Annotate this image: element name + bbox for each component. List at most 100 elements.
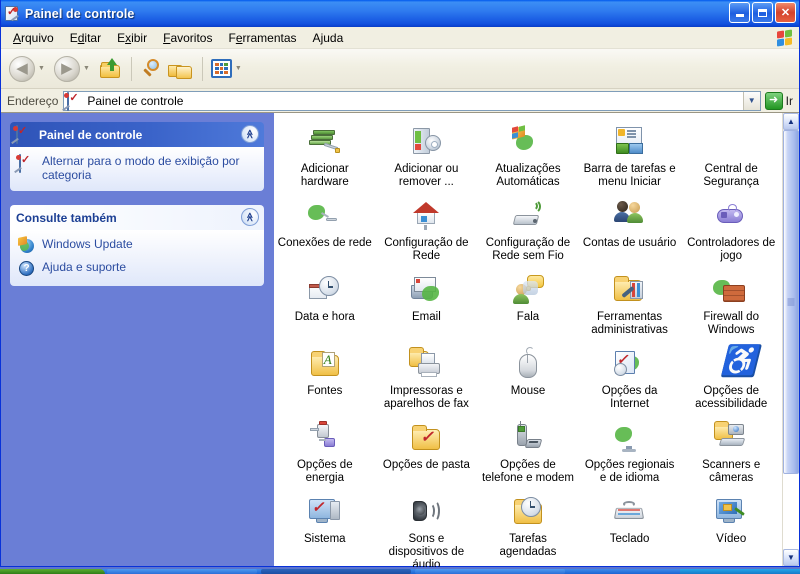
menu-editar[interactable]: Editar — [62, 29, 109, 47]
item-label: Teclado — [609, 533, 650, 545]
menu-favoritos[interactable]: Favoritos — [155, 29, 220, 47]
close-button[interactable]: ✕ — [775, 2, 796, 23]
user-accounts-icon — [611, 198, 649, 234]
item-mouse[interactable]: Mouse — [477, 343, 579, 413]
forward-button[interactable]: ▶ ▼ — [52, 55, 97, 82]
item-fala[interactable]: Fala — [477, 269, 579, 339]
up-folder-icon — [99, 57, 123, 80]
scrollbar-grip-icon — [787, 298, 795, 306]
panel-see-also-header: Consulte também ≪ — [10, 205, 264, 230]
up-folder-button[interactable] — [97, 57, 125, 80]
forward-dropdown-caret-icon[interactable]: ▼ — [83, 65, 90, 72]
go-button[interactable]: ➜ Ir — [763, 91, 799, 110]
menu-exibir[interactable]: Exibir — [109, 29, 155, 47]
help-support-link[interactable]: ? Ajuda e suporte — [19, 260, 256, 277]
folders-button[interactable] — [166, 58, 196, 80]
menu-ferramentas[interactable]: Ferramentas — [220, 29, 304, 47]
item-conexoes-de-rede[interactable]: Conexões de rede — [274, 195, 376, 265]
collapse-chevron-icon[interactable]: ≪ — [241, 125, 259, 143]
item-opcoes-de-acessibilidade[interactable]: ♿ Opções de acessibilidade — [680, 343, 782, 413]
system-tray[interactable] — [680, 569, 800, 574]
item-opcoes-telefone-modem[interactable]: Opções de telefone e modem — [477, 417, 579, 487]
item-opcoes-de-pasta[interactable]: ✓ Opções de pasta — [376, 417, 478, 487]
maximize-button[interactable] — [752, 2, 773, 23]
switch-to-category-view-link[interactable]: Alternar para o modo de exibição por cat… — [14, 154, 256, 182]
regional-language-options-icon — [611, 420, 649, 456]
item-email[interactable]: Email — [376, 269, 478, 339]
control-panel-icon — [11, 124, 34, 144]
back-dropdown-caret-icon[interactable]: ▼ — [38, 65, 45, 72]
scroll-down-button[interactable]: ▼ — [783, 549, 799, 566]
item-sistema[interactable]: ✓ Sistema — [274, 491, 376, 574]
item-label: Mouse — [510, 385, 546, 397]
scrollbar-thumb[interactable] — [783, 130, 799, 474]
item-contas-de-usuario[interactable]: Contas de usuário — [579, 195, 681, 265]
views-button[interactable]: ▼ — [209, 59, 249, 78]
minimize-button[interactable] — [729, 2, 750, 23]
vertical-scrollbar[interactable]: ▲ ▼ — [782, 113, 799, 566]
item-opcoes-da-internet[interactable]: ✓ Opções da Internet — [579, 343, 681, 413]
item-label: Opções da Internet — [601, 385, 658, 410]
sounds-audio-devices-icon — [407, 494, 445, 530]
item-controladores-de-jogo[interactable]: Controladores de jogo — [680, 195, 782, 265]
item-scanners-e-cameras[interactable]: Scanners e câmeras — [680, 417, 782, 487]
switch-to-category-view-label: Alternar para o modo de exibição por cat… — [42, 154, 240, 182]
speech-icon — [509, 272, 547, 308]
item-label: Configuração de Rede — [384, 237, 469, 262]
item-atualizacoes-automaticas[interactable]: Atualizações Automáticas — [477, 121, 579, 191]
start-button[interactable] — [0, 569, 105, 574]
search-icon — [140, 58, 164, 80]
item-configuracao-de-rede[interactable]: Configuração de Rede — [376, 195, 478, 265]
collapse-chevron-icon[interactable]: ≪ — [241, 208, 259, 226]
item-teclado[interactable]: Teclado — [579, 491, 681, 574]
item-label: Fala — [516, 311, 540, 323]
item-opcoes-de-energia[interactable]: Opções de energia — [274, 417, 376, 487]
network-connections-icon — [306, 198, 344, 234]
address-input[interactable]: Painel de controle ▼ — [62, 90, 761, 111]
back-button[interactable]: ◀ ▼ — [7, 55, 52, 82]
scroll-up-button[interactable]: ▲ — [783, 113, 799, 130]
internet-options-icon: ✓ — [611, 346, 649, 382]
item-tarefas-agendadas[interactable]: Tarefas agendadas — [477, 491, 579, 574]
item-configuracao-rede-sem-fio[interactable]: Configuração de Rede sem Fio — [477, 195, 579, 265]
item-adicionar-ou-remover[interactable]: Adicionar ou remover ... — [376, 121, 478, 191]
toolbar-separator-1 — [130, 56, 132, 81]
menu-ajuda[interactable]: Ajuda — [305, 29, 352, 47]
item-impressoras-e-fax[interactable]: Impressoras e aparelhos de fax — [376, 343, 478, 413]
keyboard-icon — [611, 494, 649, 530]
item-ferramentas-administrativas[interactable]: Ferramentas administrativas — [579, 269, 681, 339]
item-adicionar-hardware[interactable]: Adicionar hardware — [274, 121, 376, 191]
item-label: Barra de tarefas e menu Iniciar — [583, 163, 676, 188]
wireless-network-setup-icon — [509, 198, 547, 234]
chevron-down-icon[interactable]: ▼ — [742, 91, 760, 110]
game-controllers-icon — [712, 198, 750, 234]
item-data-e-hora[interactable]: Data e hora — [274, 269, 376, 339]
item-label: Opções de energia — [296, 459, 353, 484]
taskbar-item[interactable] — [415, 569, 565, 574]
item-sons-e-dispositivos-de-audio[interactable]: Sons e dispositivos de áudio — [376, 491, 478, 574]
date-time-icon — [306, 272, 344, 308]
item-opcoes-regionais-idioma[interactable]: Opções regionais e de idioma — [579, 417, 681, 487]
control-panel-icon — [5, 5, 21, 22]
item-firewall-do-windows[interactable]: Firewall do Windows — [680, 269, 782, 339]
scrollbar-track[interactable] — [783, 130, 799, 549]
search-button[interactable] — [138, 58, 166, 80]
folder-options-icon: ✓ — [407, 420, 445, 456]
security-center-icon — [712, 124, 750, 160]
item-label: Opções de telefone e modem — [481, 459, 575, 484]
item-barra-de-tarefas[interactable]: Barra de tarefas e menu Iniciar — [579, 121, 681, 191]
panel-control-panel-title: Painel de controle — [39, 127, 143, 142]
item-label: Tarefas agendadas — [499, 533, 557, 558]
item-central-de-seguranca[interactable]: Central de Segurança — [680, 121, 782, 191]
views-dropdown-caret-icon[interactable]: ▼ — [235, 65, 242, 72]
item-video[interactable]: Vídeo — [680, 491, 782, 574]
item-fontes[interactable]: A Fontes — [274, 343, 376, 413]
menu-arquivo[interactable]: Arquivo — [5, 29, 62, 47]
add-hardware-icon — [306, 124, 344, 160]
windows-update-link[interactable]: Windows Update — [18, 236, 256, 254]
taskbar-item[interactable] — [107, 569, 257, 574]
window-body: Painel de controle ≪ Alternar para o mod… — [1, 113, 799, 571]
item-label: Scanners e câmeras — [702, 459, 761, 484]
taskbar-item-active[interactable] — [261, 569, 411, 574]
system-icon: ✓ — [306, 494, 344, 530]
